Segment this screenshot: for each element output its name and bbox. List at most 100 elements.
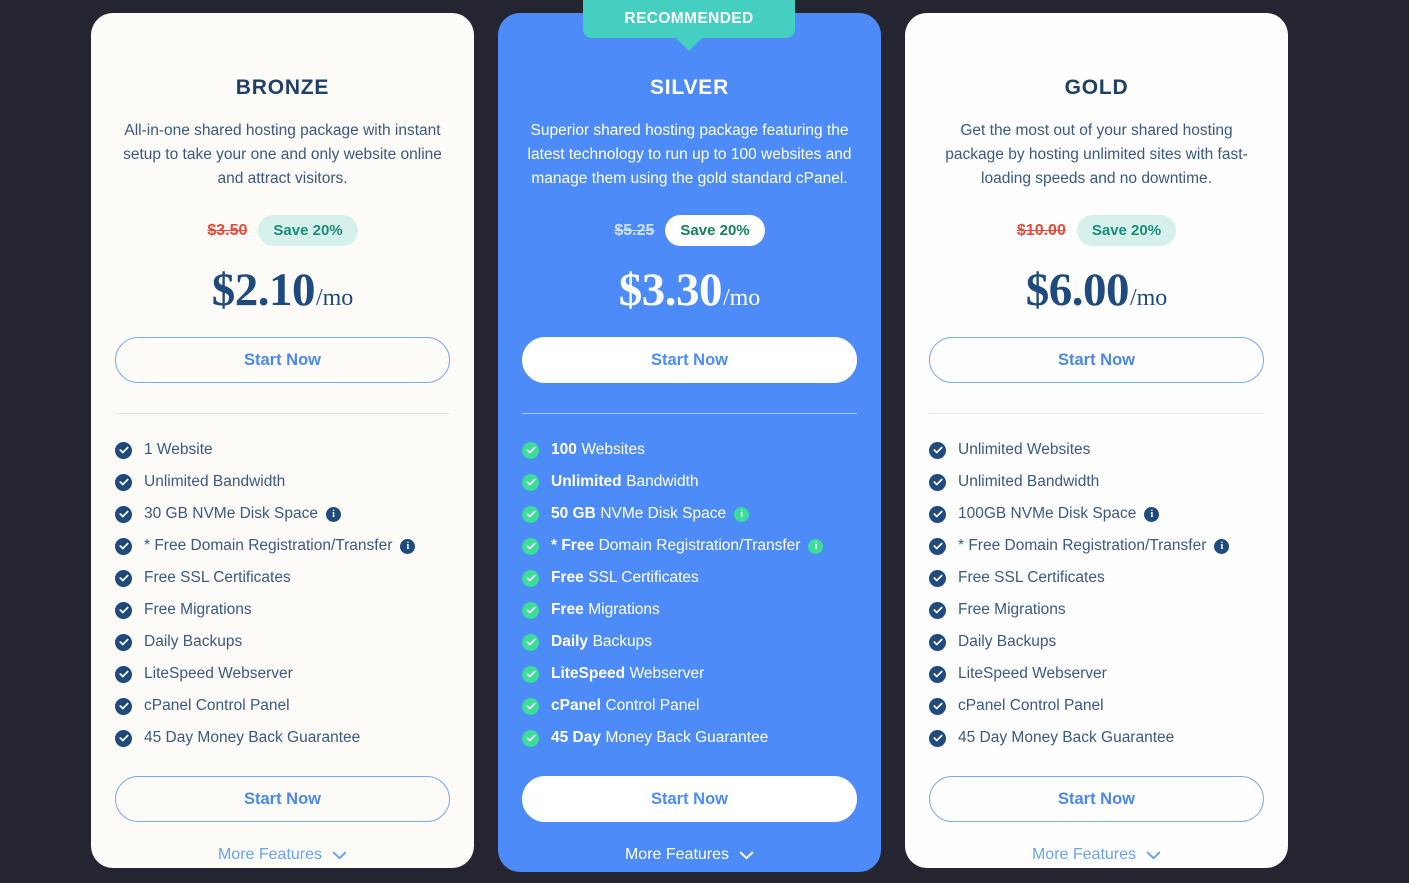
save-badge: Save 20%: [665, 215, 765, 246]
feature-label: Control Panel: [605, 697, 700, 714]
feature-item: Unlimited Websites: [929, 434, 1264, 466]
feature-label: Bandwidth: [626, 473, 699, 490]
feature-item: LiteSpeed Webserver: [522, 658, 857, 690]
feature-item: * Free Domain Registration/Transfer i: [115, 530, 450, 562]
check-icon: [929, 473, 946, 491]
price-row: $3.30/mo: [619, 263, 761, 317]
more-features-toggle[interactable]: More Features: [218, 846, 347, 864]
check-icon: [115, 505, 132, 523]
feature-label: 45 Day Money Back Guarantee: [144, 729, 361, 746]
feature-item: Unlimited Bandwidth: [115, 466, 450, 498]
recommended-ribbon-label: RECOMMENDED: [624, 10, 754, 27]
feature-item: Daily Backups: [929, 626, 1264, 658]
savings-row: $3.50 Save 20%: [207, 215, 358, 246]
start-now-button-bottom[interactable]: Start Now: [929, 776, 1264, 822]
start-now-button-top[interactable]: Start Now: [115, 337, 450, 383]
check-icon: [115, 729, 132, 747]
check-icon: [522, 729, 539, 747]
feature-highlight: 50 GB: [551, 505, 596, 522]
feature-label: 1 Website: [144, 441, 213, 458]
check-icon: [929, 633, 946, 651]
more-features-toggle[interactable]: More Features: [1032, 846, 1161, 864]
plan-title: SILVER: [649, 76, 730, 99]
check-icon: [929, 697, 946, 715]
plan-description: Get the most out of your shared hosting …: [945, 122, 1248, 187]
feature-list: 100 Websites Unlimited Bandwidth 50 GB NVMe D…: [522, 434, 857, 754]
info-icon[interactable]: i: [1144, 506, 1160, 522]
section-divider: [115, 413, 450, 414]
feature-label: Free SSL Certificates: [144, 569, 291, 586]
feature-item: Daily Backups: [522, 626, 857, 658]
feature-label: Migrations: [588, 601, 660, 618]
feature-item: Free SSL Certificates: [115, 562, 450, 594]
recommended-ribbon: RECOMMENDED: [583, 0, 795, 51]
price-period: /mo: [722, 285, 761, 311]
feature-label: Webserver: [629, 665, 705, 682]
start-now-button-bottom[interactable]: Start Now: [115, 776, 450, 822]
check-icon: [522, 569, 539, 587]
check-icon: [929, 505, 946, 523]
price-row: $2.10/mo: [212, 263, 354, 317]
feature-item: 1 Website: [115, 434, 450, 466]
feature-item: cPanel Control Panel: [929, 690, 1264, 722]
feature-label: Free Migrations: [958, 601, 1066, 618]
original-price: $10.00: [1016, 221, 1066, 239]
feature-label: 45 Day Money Back Guarantee: [958, 729, 1175, 746]
feature-label: LiteSpeed Webserver: [958, 665, 1107, 682]
current-price: $3.30: [618, 264, 723, 316]
start-now-button-top[interactable]: Start Now: [929, 337, 1264, 383]
feature-label: Domain Registration/Transfer: [598, 537, 801, 554]
feature-highlight: Unlimited: [551, 473, 622, 490]
start-now-button-bottom[interactable]: Start Now: [522, 776, 857, 822]
info-icon[interactable]: i: [734, 506, 750, 522]
info-icon[interactable]: i: [1214, 538, 1230, 554]
feature-label: LiteSpeed Webserver: [144, 665, 293, 682]
feature-label: 100GB NVMe Disk Space: [958, 505, 1137, 522]
plan-title: BRONZE: [235, 76, 330, 99]
info-icon[interactable]: i: [400, 538, 416, 554]
feature-item: 30 GB NVMe Disk Space i: [115, 498, 450, 530]
feature-label: Websites: [581, 441, 645, 458]
chevron-down-icon: [1146, 851, 1161, 860]
feature-highlight: Free: [551, 569, 584, 586]
feature-item: * Free Domain Registration/Transfer i: [929, 530, 1264, 562]
feature-label: Free Migrations: [144, 601, 252, 618]
check-icon: [522, 537, 539, 555]
check-icon: [929, 665, 946, 683]
check-icon: [522, 505, 539, 523]
feature-label: * Free Domain Registration/Transfer: [144, 537, 393, 554]
feature-list: Unlimited Websites Unlimited Bandwidth 100…: [929, 434, 1264, 754]
more-features-toggle[interactable]: More Features: [625, 846, 754, 864]
feature-highlight: Daily: [551, 633, 589, 650]
check-icon: [929, 729, 946, 747]
feature-item: 45 Day Money Back Guarantee: [522, 722, 857, 754]
check-icon: [115, 601, 132, 619]
current-price: $2.10: [211, 264, 316, 316]
feature-item: 45 Day Money Back Guarantee: [115, 722, 450, 754]
info-icon[interactable]: i: [808, 538, 824, 554]
savings-row: $5.25 Save 20%: [614, 215, 765, 246]
feature-highlight: 45 Day: [551, 729, 601, 746]
feature-item: 45 Day Money Back Guarantee: [929, 722, 1264, 754]
feature-item: Free Migrations: [522, 594, 857, 626]
feature-highlight: 100: [551, 441, 577, 458]
save-badge: Save 20%: [1076, 215, 1177, 246]
feature-item: cPanel Control Panel: [115, 690, 450, 722]
feature-list: 1 Website Unlimited Bandwidth 30 GB NVMe D…: [115, 434, 450, 754]
more-features-label: More Features: [217, 846, 323, 863]
original-price: $5.25: [614, 221, 655, 239]
feature-label: cPanel Control Panel: [144, 697, 290, 714]
feature-item: 100 Websites: [522, 434, 857, 466]
feature-highlight: Free: [551, 601, 584, 618]
section-divider: [929, 413, 1264, 414]
feature-highlight: LiteSpeed: [551, 665, 626, 682]
check-icon: [522, 665, 539, 683]
info-icon[interactable]: i: [326, 506, 342, 522]
check-icon: [115, 665, 132, 683]
more-features-label: More Features: [1031, 846, 1137, 863]
start-now-button-top[interactable]: Start Now: [522, 337, 857, 383]
feature-label: 30 GB NVMe Disk Space: [144, 505, 319, 522]
check-icon: [929, 601, 946, 619]
check-icon: [522, 473, 539, 491]
feature-label: Unlimited Websites: [958, 441, 1091, 458]
